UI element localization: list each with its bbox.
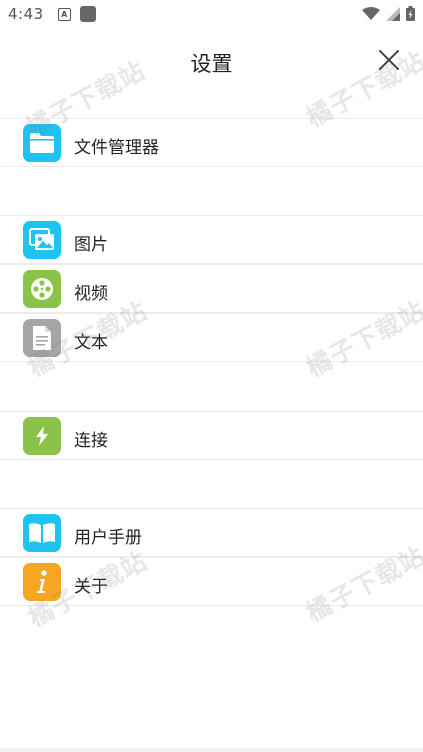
- notification-square-icon: [79, 6, 96, 22]
- wifi-icon: [362, 6, 380, 20]
- status-time: 4:43: [8, 5, 44, 23]
- folder-icon: [23, 124, 61, 162]
- menu-item-file-manager[interactable]: 文件管理器: [0, 118, 423, 167]
- menu-item-label: 连接: [74, 431, 108, 451]
- navigation-bar: [0, 748, 423, 752]
- notification-a-icon: A: [57, 7, 71, 21]
- close-button[interactable]: [375, 46, 403, 74]
- menu-item-video[interactable]: 视频: [0, 264, 423, 313]
- menu-item-pictures[interactable]: 图片: [0, 215, 423, 264]
- close-icon: [379, 50, 399, 70]
- signal-icon: [386, 6, 400, 21]
- page-title: 设置: [190, 52, 233, 76]
- document-icon: [23, 319, 61, 357]
- film-reel-icon: [23, 270, 61, 308]
- menu-item-label: 关于: [74, 577, 108, 597]
- menu-item-label: 图片: [74, 235, 108, 255]
- menu-item-connect[interactable]: 连接: [0, 411, 423, 460]
- menu-item-label: 文本: [74, 333, 108, 353]
- info-icon: [23, 563, 61, 601]
- menu-item-label: 用户手册: [74, 528, 142, 548]
- header: 设置: [0, 28, 423, 90]
- menu-item-user-manual[interactable]: 用户手册: [0, 508, 423, 557]
- status-bar: 4:43 A: [0, 0, 423, 28]
- menu-item-about[interactable]: 关于: [0, 557, 423, 606]
- battery-icon: [406, 6, 415, 21]
- image-icon: [23, 221, 61, 259]
- menu-item-text[interactable]: 文本: [0, 313, 423, 362]
- lightning-icon: [23, 417, 61, 455]
- menu-item-label: 文件管理器: [74, 138, 159, 158]
- status-indicators: [362, 6, 415, 21]
- book-icon: [23, 514, 61, 552]
- menu-item-label: 视频: [74, 284, 108, 304]
